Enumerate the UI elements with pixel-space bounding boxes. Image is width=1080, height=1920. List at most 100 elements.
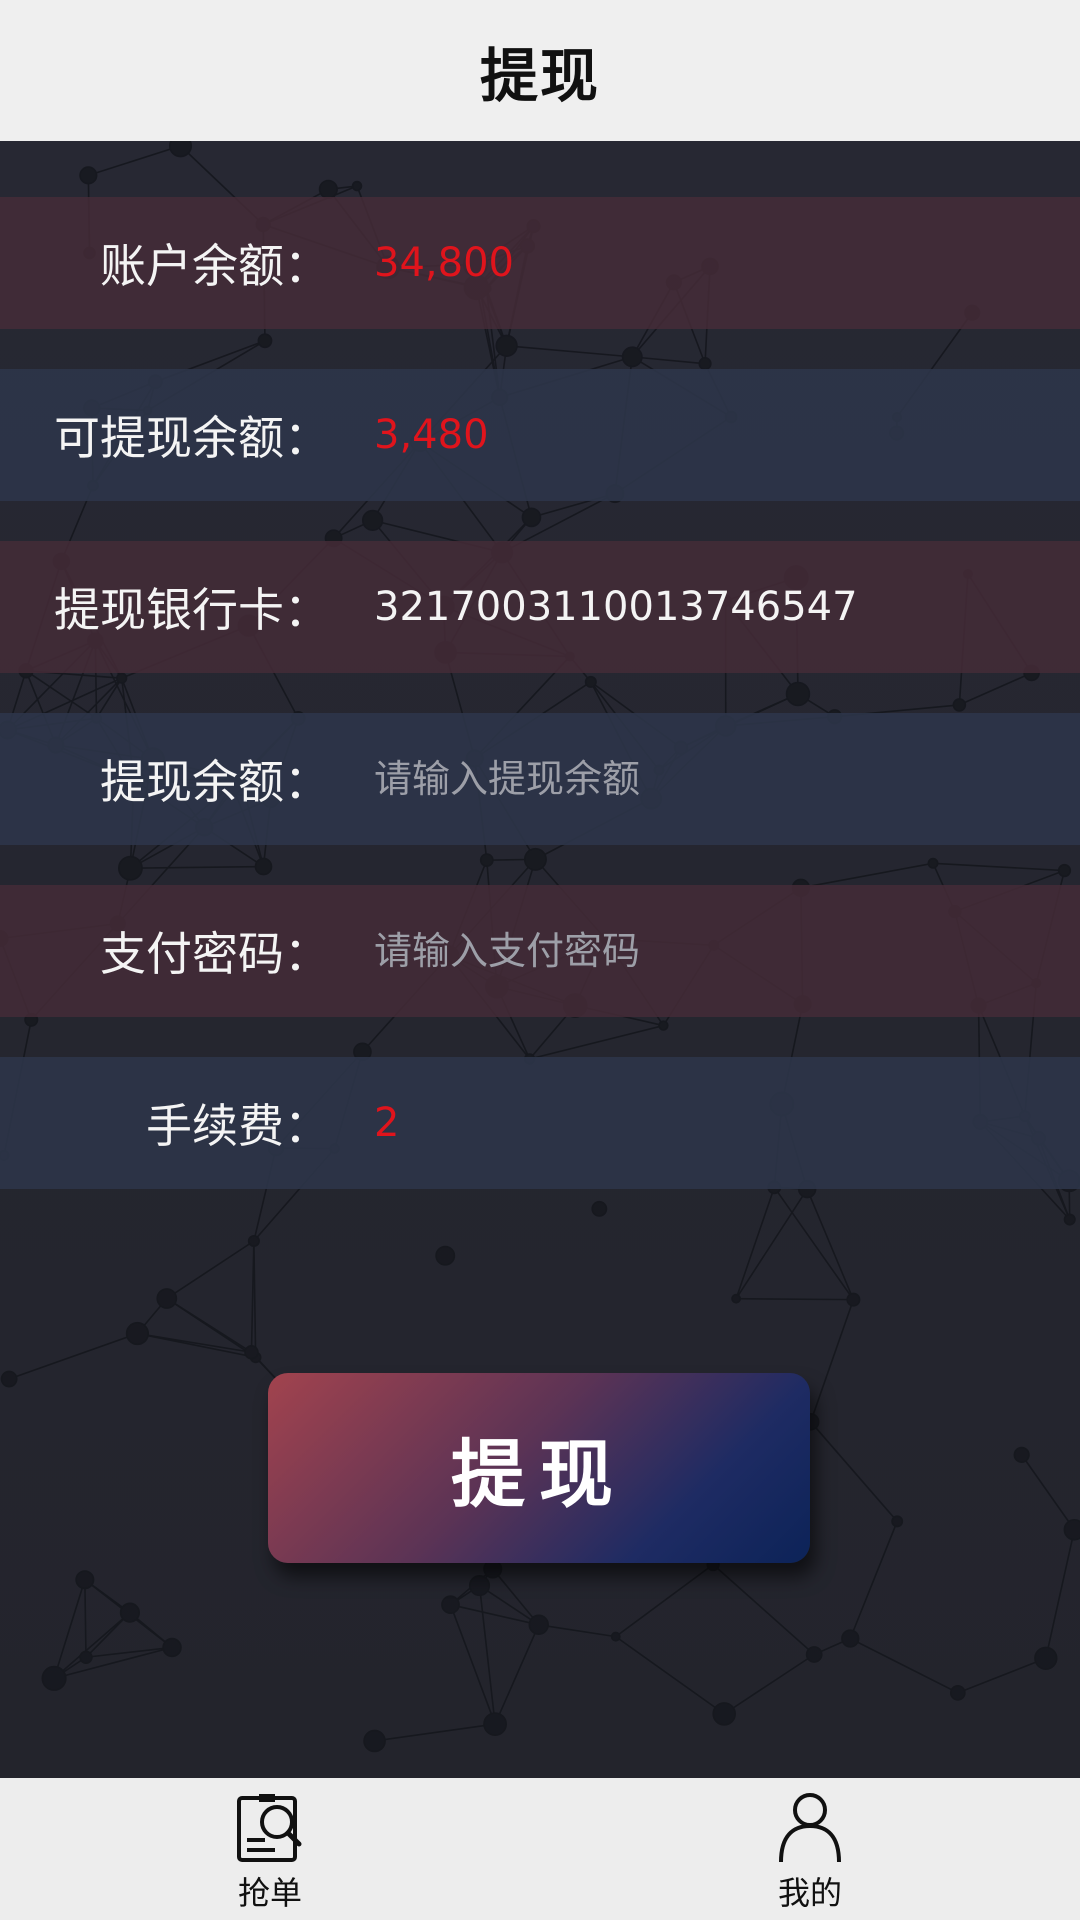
network-node (584, 675, 597, 688)
network-node (162, 1637, 182, 1658)
network-node (351, 180, 363, 192)
bank-card-row: 提现银行卡： 3217003110013746547 (0, 541, 1080, 673)
network-node (846, 1292, 861, 1307)
withdrawable-row: 可提现余额： 3,480 (0, 369, 1080, 501)
network-node (244, 1345, 259, 1360)
network-node (731, 1293, 742, 1304)
balance-value: 34,800 (374, 240, 514, 286)
network-link (84, 1579, 87, 1658)
network-link (735, 1187, 776, 1299)
network-link (130, 865, 264, 869)
network-link (166, 1297, 252, 1353)
app-header: 提现 (0, 0, 1080, 141)
bank-card-label: 提现银行卡： (54, 583, 330, 637)
password-label: 支付密码： (100, 927, 330, 981)
fee-label: 手续费： (146, 1099, 330, 1153)
network-node (156, 1288, 178, 1309)
network-node (952, 698, 967, 712)
network-link (494, 1624, 540, 1725)
amount-input[interactable] (374, 757, 974, 801)
network-node (1063, 1518, 1080, 1541)
network-node (318, 179, 338, 199)
network-node (712, 1702, 736, 1726)
network-link (8, 1332, 138, 1380)
network-node (363, 1729, 386, 1753)
network-node (1063, 1213, 1076, 1226)
fee-value: 2 (374, 1100, 400, 1146)
withdrawable-value: 3,480 (374, 412, 489, 458)
network-node (41, 1665, 67, 1691)
network-node (75, 1570, 95, 1590)
network-link (957, 1657, 1047, 1694)
order-search-icon (237, 1794, 302, 1862)
tab-mine-label: 我的 (777, 1874, 842, 1912)
network-node (949, 1684, 966, 1701)
network-node (254, 857, 273, 876)
balance-label: 账户余额： (100, 239, 330, 293)
network-node (523, 847, 547, 871)
network-node (169, 141, 193, 158)
tab-mine[interactable]: 我的 (540, 1778, 1080, 1920)
network-node (247, 1234, 260, 1248)
bottom-tab-bar: 抢单 我的 (0, 1778, 1080, 1920)
network-node (805, 1646, 823, 1663)
network-link (615, 1635, 725, 1715)
network-link (615, 1563, 714, 1638)
network-node (610, 1631, 621, 1642)
page-title: 提现 (479, 41, 600, 110)
network-link (736, 1297, 854, 1301)
network-node (891, 1515, 904, 1528)
network-node (495, 334, 518, 357)
amount-row: 提现余额： (0, 713, 1080, 845)
network-link (1045, 1529, 1076, 1659)
tab-grab-order[interactable]: 抢单 (0, 1778, 540, 1920)
balance-row: 账户余额： 34,800 (0, 197, 1080, 329)
network-link (849, 1521, 898, 1639)
network-node (79, 166, 98, 185)
network-link (1021, 1454, 1076, 1531)
network-node (116, 672, 128, 684)
network-node (119, 1602, 140, 1623)
network-link (538, 1623, 616, 1638)
password-input[interactable] (374, 929, 974, 973)
bank-card-value: 3217003110013746547 (374, 584, 858, 630)
network-node (125, 1321, 150, 1346)
password-row: 支付密码： (0, 885, 1080, 1017)
network-node (841, 1629, 860, 1648)
network-node (0, 1370, 18, 1388)
network-node (361, 509, 384, 532)
withdraw-button[interactable]: 提现 (268, 1373, 810, 1563)
network-link (723, 1653, 815, 1715)
network-node (698, 357, 712, 371)
network-link (735, 1188, 808, 1300)
fee-row: 手续费： 2 (0, 1057, 1080, 1189)
network-link (85, 1646, 173, 1659)
network-link (809, 1299, 855, 1423)
network-link (88, 145, 181, 177)
network-node (441, 1595, 460, 1615)
network-link (166, 1240, 255, 1300)
network-node (483, 1712, 507, 1736)
network-node (521, 507, 542, 528)
network-node (621, 346, 643, 368)
network-node (591, 1200, 608, 1217)
tab-grab-order-label: 抢单 (237, 1874, 302, 1912)
network-node (528, 1614, 549, 1636)
network-link (529, 1024, 664, 1060)
network-node (658, 1020, 669, 1031)
network-node (1057, 863, 1072, 878)
network-node (1034, 1646, 1058, 1670)
network-node (257, 333, 273, 349)
network-link (506, 344, 633, 358)
network-node (468, 1574, 491, 1597)
network-link (712, 1563, 815, 1656)
network-link (250, 1240, 255, 1353)
network-node (117, 855, 143, 881)
network-node (927, 857, 939, 869)
network-link (479, 1584, 540, 1626)
network-node (79, 1650, 93, 1664)
network-node (785, 681, 811, 707)
network-link (959, 672, 1032, 706)
withdrawable-label: 可提现余额： (54, 411, 330, 465)
network-link (849, 1637, 959, 1694)
